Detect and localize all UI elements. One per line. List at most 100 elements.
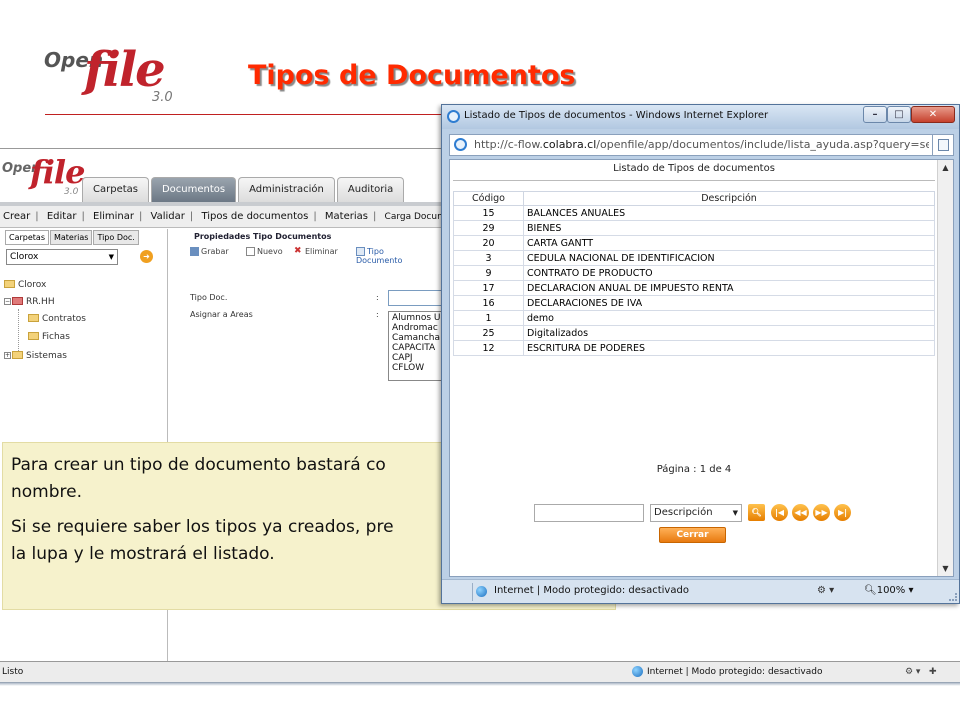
- next-page-icon[interactable]: ▶▶: [813, 504, 830, 521]
- table-row[interactable]: 20 CARTA GANTT: [453, 235, 935, 251]
- menu-eliminar[interactable]: Eliminar: [93, 211, 134, 222]
- delete-icon: ✖: [294, 246, 302, 256]
- resize-grip[interactable]: [949, 593, 957, 601]
- new-document-icon: [246, 247, 255, 256]
- table-row[interactable]: 1 demo: [453, 310, 935, 326]
- left-tab-tipo-doc[interactable]: Tipo Doc.: [93, 230, 139, 245]
- menu-validar[interactable]: Validar: [151, 211, 185, 222]
- menu-tipos-documentos[interactable]: Tipos de documentos: [201, 211, 308, 222]
- left-panel-tabs: Carpetas Materias Tipo Doc.: [5, 230, 139, 245]
- table-row[interactable]: 3 CEDULA NACIONAL DE IDENTIFICACION: [453, 250, 935, 266]
- popup-status-bar: Internet | Modo protegido: desactivado ⚙…: [442, 579, 959, 603]
- scroll-up-icon[interactable]: ▲: [938, 160, 953, 175]
- area-option[interactable]: CFLOW: [392, 363, 444, 373]
- properties-title: Propiedades Tipo Documentos: [194, 232, 332, 241]
- tipo-documento-button[interactable]: Tipo Documento: [356, 247, 412, 265]
- area-option[interactable]: Camancha: [392, 333, 444, 343]
- security-zone[interactable]: Internet | Modo protegido: desactivado: [494, 585, 689, 596]
- tab-documentos[interactable]: Documentos: [150, 177, 237, 202]
- left-tab-carpetas[interactable]: Carpetas: [5, 230, 49, 245]
- column-header-descripcion[interactable]: Descripción: [523, 191, 935, 206]
- tools-icon[interactable]: ⚙ ▾: [817, 585, 834, 596]
- pagination-text: Página : 1 de 4: [656, 464, 732, 475]
- folder-icon: [28, 313, 39, 322]
- area-option[interactable]: Alumnos U: [392, 313, 444, 323]
- search-input[interactable]: [534, 504, 644, 522]
- globe-icon: [632, 666, 643, 677]
- menu-crear[interactable]: Crear: [3, 211, 30, 222]
- search-magnifier-icon[interactable]: 🔍︎: [748, 504, 765, 521]
- cerrar-button[interactable]: Cerrar: [659, 527, 726, 543]
- last-page-icon[interactable]: ▶|: [834, 504, 851, 521]
- compatibility-view-icon[interactable]: [938, 139, 949, 151]
- eliminar-button[interactable]: ✖ Eliminar: [294, 246, 338, 257]
- table-row[interactable]: 29 BIENES: [453, 220, 935, 236]
- page-favicon-icon: [454, 138, 467, 151]
- document-type-icon: [356, 247, 365, 256]
- popup-titlebar[interactable]: Listado de Tipos de documentos - Windows…: [442, 105, 959, 129]
- slide-title: Tipos de Documentos: [248, 60, 576, 91]
- menu-materias[interactable]: Materias: [325, 211, 368, 222]
- area-option[interactable]: CAPJ: [392, 353, 444, 363]
- tree-item-fichas[interactable]: Fichas: [28, 331, 70, 343]
- slide: Open file 3.0 Tipos de Documentos Open f…: [0, 0, 960, 720]
- folder-icon: [28, 331, 39, 340]
- table-row[interactable]: 15 BALANCES ANUALES: [453, 205, 935, 221]
- table-row[interactable]: 17 DECLARACION ANUAL DE IMPUESTO RENTA: [453, 280, 935, 296]
- security-zone[interactable]: Internet | Modo protegido: desactivado: [632, 662, 822, 682]
- menu-editar[interactable]: Editar: [47, 211, 77, 222]
- status-text: Listo: [2, 667, 24, 677]
- globe-icon: [476, 586, 487, 597]
- tree-item-rrhh[interactable]: − RR.HH: [4, 296, 55, 308]
- previous-page-icon[interactable]: ◀◀: [792, 504, 809, 521]
- collapse-icon[interactable]: −: [4, 298, 11, 305]
- expand-icon[interactable]: +: [4, 352, 11, 359]
- table-row[interactable]: 16 DECLARACIONES DE IVA: [453, 295, 935, 311]
- zoom-level[interactable]: 🔍︎100% ▾: [864, 585, 914, 596]
- company-select[interactable]: Clorox ▼: [6, 249, 118, 265]
- tree-connector: [18, 309, 19, 353]
- asignar-areas-label: Asignar a Areas: [190, 310, 253, 319]
- tipo-doc-label: Tipo Doc.: [190, 293, 228, 302]
- nuevo-button[interactable]: Nuevo: [246, 247, 283, 256]
- first-page-icon[interactable]: |◀: [771, 504, 788, 521]
- tab-auditoria[interactable]: Auditoria: [336, 177, 405, 202]
- tree-item-sistemas[interactable]: + Sistemas: [4, 350, 67, 362]
- go-arrow-icon[interactable]: ➜: [140, 250, 153, 263]
- minimize-button[interactable]: –: [863, 106, 887, 123]
- address-bar[interactable]: http://c-flow.colabra.cl/openfile/app/do…: [449, 134, 954, 156]
- folder-icon: [4, 279, 15, 288]
- areas-listbox[interactable]: Alumnos U Andromac Camancha CAPACITA CAP…: [388, 311, 448, 381]
- left-tab-materias[interactable]: Materias: [49, 230, 93, 245]
- zoom-icon: 🔍︎: [864, 585, 877, 596]
- maximize-button[interactable]: □: [887, 106, 911, 123]
- dropdown-arrow-icon: ▼: [732, 509, 738, 517]
- grabar-button[interactable]: Grabar: [190, 247, 229, 256]
- tab-administracion[interactable]: Administración: [238, 177, 335, 202]
- dropdown-arrow-icon: ▼: [108, 253, 114, 261]
- tree-item-contratos[interactable]: Contratos: [28, 313, 86, 325]
- app-main-tabs: Carpetas Documentos Administración Audit…: [82, 177, 405, 202]
- save-icon: [190, 247, 199, 256]
- taskbar-edge: [0, 682, 960, 686]
- list-title: Listado de Tipos de documentos: [613, 163, 775, 174]
- app-logo: Open file 3.0: [2, 153, 85, 197]
- popup-window-title: Listado de Tipos de documentos - Windows…: [464, 110, 769, 121]
- search-field-select[interactable]: Descripción ▼: [650, 504, 742, 522]
- folder-icon: [12, 350, 23, 359]
- status-tools-icon[interactable]: ⚙ ▾ ✚: [905, 662, 937, 682]
- vertical-scrollbar[interactable]: ▲ ▼: [937, 160, 953, 576]
- close-window-button[interactable]: ✕: [911, 106, 955, 123]
- document-types-table: Código Descripción 15 BALANCES ANUALES 29…: [453, 191, 935, 356]
- column-header-codigo[interactable]: Código: [453, 191, 524, 206]
- tree-item-clorox[interactable]: Clorox: [4, 279, 46, 291]
- area-option[interactable]: CAPACITA: [392, 343, 444, 353]
- table-row[interactable]: 12 ESCRITURA DE PODERES: [453, 340, 935, 356]
- tab-carpetas[interactable]: Carpetas: [82, 177, 149, 202]
- scroll-down-icon[interactable]: ▼: [938, 561, 953, 576]
- table-row[interactable]: 9 CONTRATO DE PRODUCTO: [453, 265, 935, 281]
- address-url[interactable]: http://c-flow.colabra.cl/openfile/app/do…: [474, 138, 929, 151]
- tipo-doc-input[interactable]: [388, 290, 448, 306]
- table-row[interactable]: 25 Digitalizados: [453, 325, 935, 341]
- area-option[interactable]: Andromac: [392, 323, 444, 333]
